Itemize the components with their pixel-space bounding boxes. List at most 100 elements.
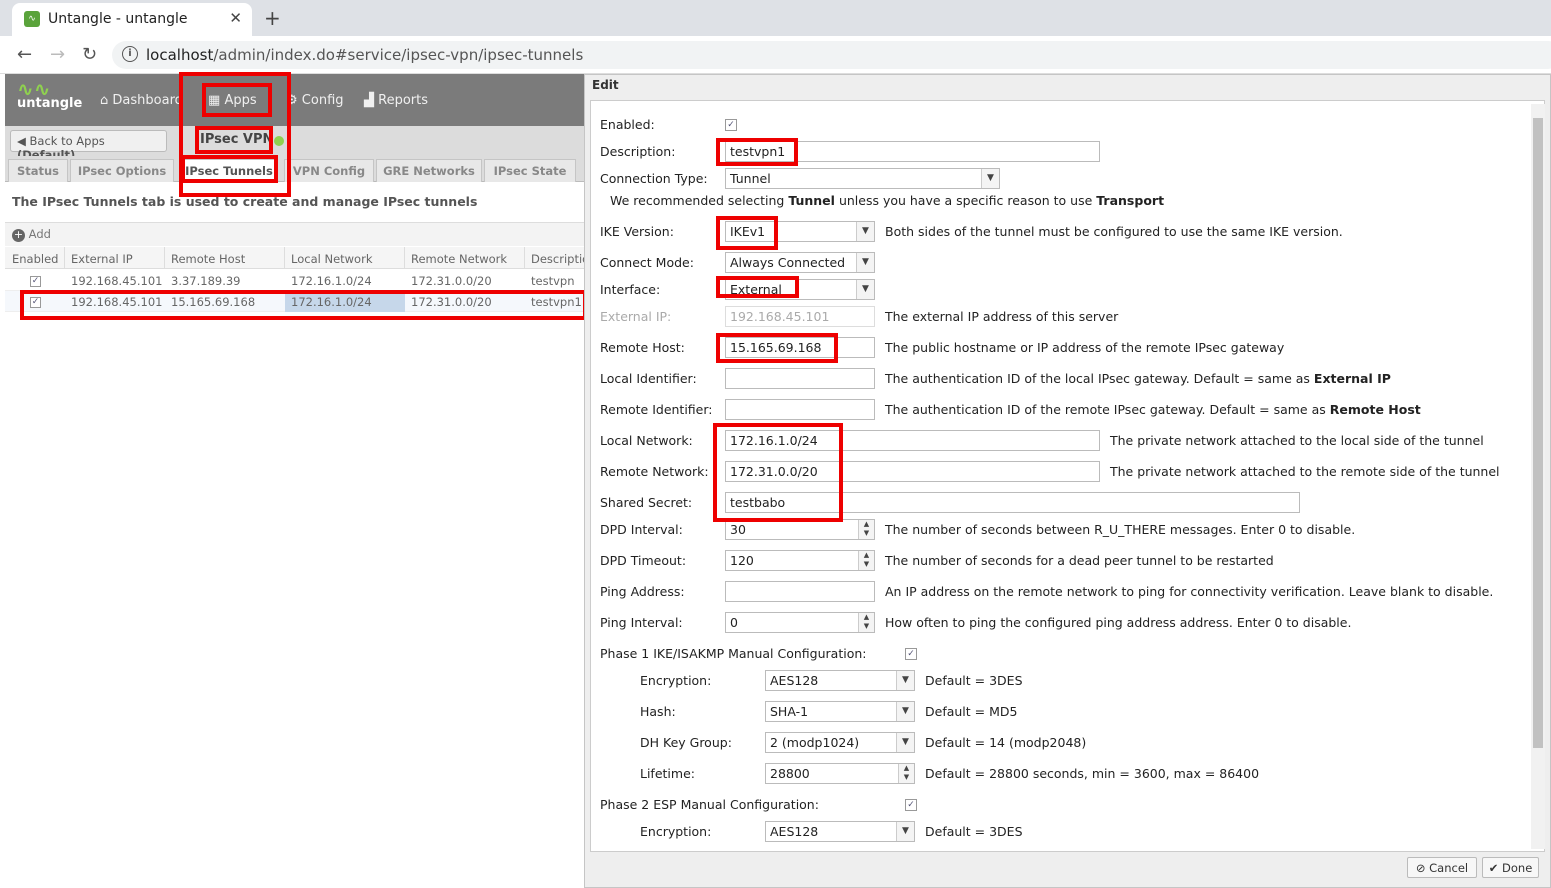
chevron-down-icon[interactable]: ▼ [856,222,874,241]
col-external-ip[interactable]: External IP [71,252,133,266]
external-ip-input: 192.168.45.101 [725,306,875,327]
back-to-apps-button[interactable]: ◀ Back to Apps (Default) [10,130,167,162]
chevron-down-icon[interactable]: ▼ [896,702,914,721]
p1-hash-select[interactable]: SHA-1 ▼ [765,701,915,722]
forward-arrow-icon[interactable]: → [50,44,65,65]
close-tab-icon[interactable]: ✕ [229,9,242,27]
spinner-arrows-icon[interactable]: ▲ ▼ [858,613,874,632]
tab-ipsec-state[interactable]: IPsec State [484,159,576,182]
p2-encryption-select[interactable]: AES128 ▼ [765,821,915,842]
col-separator [284,247,285,269]
browser-tab[interactable]: ∿ Untangle - untangle ✕ [12,3,252,36]
add-label: Add [28,227,51,241]
external-ip-hint: The external IP address of this server [885,309,1119,324]
nav-dashboard[interactable]: ⌂ Dashboard [100,93,183,108]
col-local-network[interactable]: Local Network [291,252,372,266]
local-identifier-input[interactable] [725,368,875,389]
col-enabled[interactable]: Enabled [12,252,58,266]
label-shared-secret: Shared Secret: [600,495,693,510]
nav-reports[interactable]: ▟ Reports [364,93,428,108]
chevron-down-icon[interactable]: ▼ [856,253,874,272]
new-tab-icon[interactable]: + [264,6,281,30]
label-connection-type: Connection Type: [600,171,708,186]
connection-type-select[interactable]: Tunnel ▼ [725,168,1000,189]
connect-mode-select[interactable]: Always Connected ▼ [725,252,875,273]
dpd-timeout-hint: The number of seconds for a dead peer tu… [885,553,1274,568]
tab-gre-networks[interactable]: GRE Networks [376,159,482,182]
spinner-arrows-icon[interactable]: ▲ ▼ [858,551,874,570]
col-remote-host[interactable]: Remote Host [171,252,245,266]
nav-config[interactable]: ⚙ Config [286,93,344,108]
label-remote-host: Remote Host: [600,340,685,355]
label-local-network: Local Network: [600,433,693,448]
label-interface: Interface: [600,282,661,297]
label-p1-lifetime: Lifetime: [640,766,695,781]
tab-ipsec-options[interactable]: IPsec Options [70,159,174,182]
highlight-box [195,126,273,154]
back-arrow-icon[interactable]: ← [17,44,32,65]
p1-hash-hint: Default = MD5 [925,704,1018,719]
col-description[interactable]: Descriptio [531,252,589,266]
label-external-ip: External IP: [600,309,672,324]
home-icon: ⌂ [100,93,109,108]
cancel-button[interactable]: ⊘ Cancel [1407,857,1477,878]
p1-dh-select[interactable]: 2 (modp1024) ▼ [765,732,915,753]
p2-encryption-hint: Default = 3DES [925,824,1023,839]
tab-status[interactable]: Status [8,159,68,182]
reload-icon[interactable]: ↻ [82,44,97,65]
nav-dashboard-label: Dashboard [112,93,183,108]
row-external-ip: 192.168.45.101 [71,274,163,288]
chevron-down-icon[interactable]: ▼ [981,169,999,188]
dpd-interval-stepper[interactable]: 30 ▲ ▼ [725,519,875,540]
spinner-arrows-icon[interactable]: ▲ ▼ [898,764,914,783]
remote-network-hint: The private network attached to the remo… [1110,464,1500,479]
label-remote-network: Remote Network: [600,464,709,479]
chevron-down-icon[interactable]: ▼ [896,671,914,690]
ping-address-input[interactable] [725,581,875,602]
row-enabled-checkbox[interactable]: ✓ [30,276,41,287]
remote-identifier-input[interactable] [725,399,875,420]
label-remote-identifier: Remote Identifier: [600,402,713,417]
untangle-logo[interactable]: ∿∿ untangle [17,79,83,111]
local-identifier-hint: The authentication ID of the local IPsec… [885,371,1391,386]
site-info-icon[interactable]: i [122,46,138,62]
enabled-checkbox[interactable]: ✓ [725,119,737,131]
address-bar[interactable]: i localhost/admin/index.do#service/ipsec… [112,41,1551,69]
browser-tab-title: Untangle - untangle [48,11,188,27]
ping-interval-stepper[interactable]: 0 ▲ ▼ [725,612,875,633]
p1-lifetime-stepper[interactable]: 28800 ▲ ▼ [765,763,915,784]
cancel-label: Cancel [1429,861,1469,875]
chevron-down-icon[interactable]: ▼ [856,280,874,299]
phase1-checkbox[interactable]: ✓ [905,648,917,660]
tab-vpn-config[interactable]: VPN Config [284,159,374,182]
row-remote-network: 172.31.0.0/20 [411,274,492,288]
label-ike-version: IKE Version: [600,224,674,239]
col-remote-network[interactable]: Remote Network [411,252,507,266]
grid-empty-area [5,312,585,888]
label-p1-dh: DH Key Group: [640,735,732,750]
grid-toolbar [5,222,585,246]
spinner-arrows-icon[interactable]: ▲ ▼ [858,520,874,539]
chevron-down-icon[interactable]: ▼ [896,822,914,841]
label-phase2: Phase 2 ESP Manual Configuration: [600,797,819,812]
chevron-down-icon[interactable]: ▼ [896,733,914,752]
done-button[interactable]: ✔ Done [1482,857,1539,878]
logo-text: untangle [17,96,83,111]
highlight-box [181,155,278,183]
phase2-checkbox[interactable]: ✓ [905,799,917,811]
dpd-timeout-stepper[interactable]: 120 ▲ ▼ [725,550,875,571]
scrollbar-thumb[interactable] [1533,118,1543,748]
p1-hash-value: SHA-1 [770,704,809,719]
label-ping-interval: Ping Interval: [600,615,683,630]
dpd-timeout-value: 120 [730,553,754,568]
done-label: Done [1502,861,1533,875]
ike-version-hint: Both sides of the tunnel must be configu… [885,224,1343,239]
label-local-identifier: Local Identifier: [600,371,697,386]
untangle-favicon-icon: ∿ [24,11,40,27]
add-button[interactable]: + Add [12,227,51,242]
label-description: Description: [600,144,676,159]
local-network-hint: The private network attached to the loca… [1110,433,1484,448]
p1-encryption-select[interactable]: AES128 ▼ [765,670,915,691]
ping-interval-hint: How often to ping the configured ping ad… [885,615,1352,630]
col-separator [524,247,525,269]
